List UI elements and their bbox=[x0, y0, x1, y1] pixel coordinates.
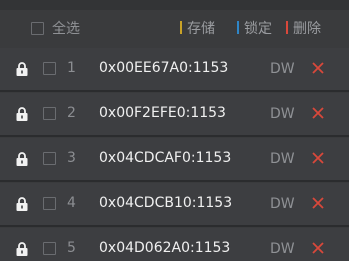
row-type[interactable]: DW bbox=[270, 61, 295, 77]
list-item[interactable]: 1 0x00EE67A0:1153 DW bbox=[0, 48, 349, 92]
row-address: 0x04CDCAF0:1153 bbox=[99, 150, 232, 166]
row-address: 0x00F2EFE0:1153 bbox=[99, 105, 226, 121]
row-checkbox[interactable] bbox=[43, 62, 56, 75]
row-index: 3 bbox=[67, 150, 76, 166]
delete-accent-bar bbox=[286, 21, 288, 34]
row-divider bbox=[0, 180, 349, 182]
row-type[interactable]: DW bbox=[270, 151, 295, 167]
close-icon[interactable] bbox=[312, 107, 324, 119]
row-address: 0x04D062A0:1153 bbox=[99, 240, 231, 256]
row-divider bbox=[0, 225, 349, 227]
cut-header-text bbox=[22, 0, 192, 6]
select-all-label[interactable]: 全选 bbox=[52, 18, 80, 38]
row-index: 2 bbox=[67, 105, 76, 121]
list-item[interactable]: 4 0x04CDCB10:1153 DW bbox=[0, 183, 349, 227]
lock-icon[interactable] bbox=[16, 152, 28, 166]
row-index: 4 bbox=[67, 195, 76, 211]
close-icon[interactable] bbox=[312, 197, 324, 209]
lock-icon[interactable] bbox=[16, 197, 28, 211]
row-checkbox[interactable] bbox=[43, 242, 56, 255]
row-address: 0x00EE67A0:1153 bbox=[99, 60, 229, 76]
row-index: 5 bbox=[67, 240, 76, 256]
save-label: 存储 bbox=[187, 21, 215, 37]
save-accent-bar bbox=[180, 21, 182, 34]
select-all-checkbox[interactable] bbox=[31, 22, 44, 35]
row-checkbox[interactable] bbox=[43, 197, 56, 210]
row-divider bbox=[0, 90, 349, 92]
close-icon[interactable] bbox=[312, 152, 324, 164]
address-list: 1 0x00EE67A0:1153 DW 2 0x00F2EFE0:1153 D… bbox=[0, 48, 349, 261]
lock-label: 锁定 bbox=[244, 21, 272, 37]
row-divider bbox=[0, 135, 349, 137]
lock-button[interactable]: 锁定 bbox=[237, 18, 272, 38]
close-icon[interactable] bbox=[312, 242, 324, 254]
lock-icon[interactable] bbox=[16, 62, 28, 76]
delete-button[interactable]: 删除 bbox=[286, 18, 321, 38]
lock-icon[interactable] bbox=[16, 242, 28, 256]
toolbar: 全选 存储 锁定 删除 bbox=[0, 10, 349, 46]
top-cut-header bbox=[0, 0, 349, 10]
list-item[interactable]: 5 0x04D062A0:1153 DW bbox=[0, 228, 349, 261]
save-button[interactable]: 存储 bbox=[180, 18, 215, 38]
row-type[interactable]: DW bbox=[270, 106, 295, 122]
list-item[interactable]: 2 0x00F2EFE0:1153 DW bbox=[0, 93, 349, 137]
row-checkbox[interactable] bbox=[43, 107, 56, 120]
row-address: 0x04CDCB10:1153 bbox=[99, 195, 233, 211]
row-type[interactable]: DW bbox=[270, 241, 295, 257]
lock-icon[interactable] bbox=[16, 107, 28, 121]
close-icon[interactable] bbox=[312, 62, 324, 74]
row-checkbox[interactable] bbox=[43, 152, 56, 165]
lock-accent-bar bbox=[237, 21, 239, 34]
delete-label: 删除 bbox=[293, 21, 321, 37]
row-index: 1 bbox=[67, 60, 76, 76]
row-type[interactable]: DW bbox=[270, 196, 295, 212]
list-item[interactable]: 3 0x04CDCAF0:1153 DW bbox=[0, 138, 349, 182]
